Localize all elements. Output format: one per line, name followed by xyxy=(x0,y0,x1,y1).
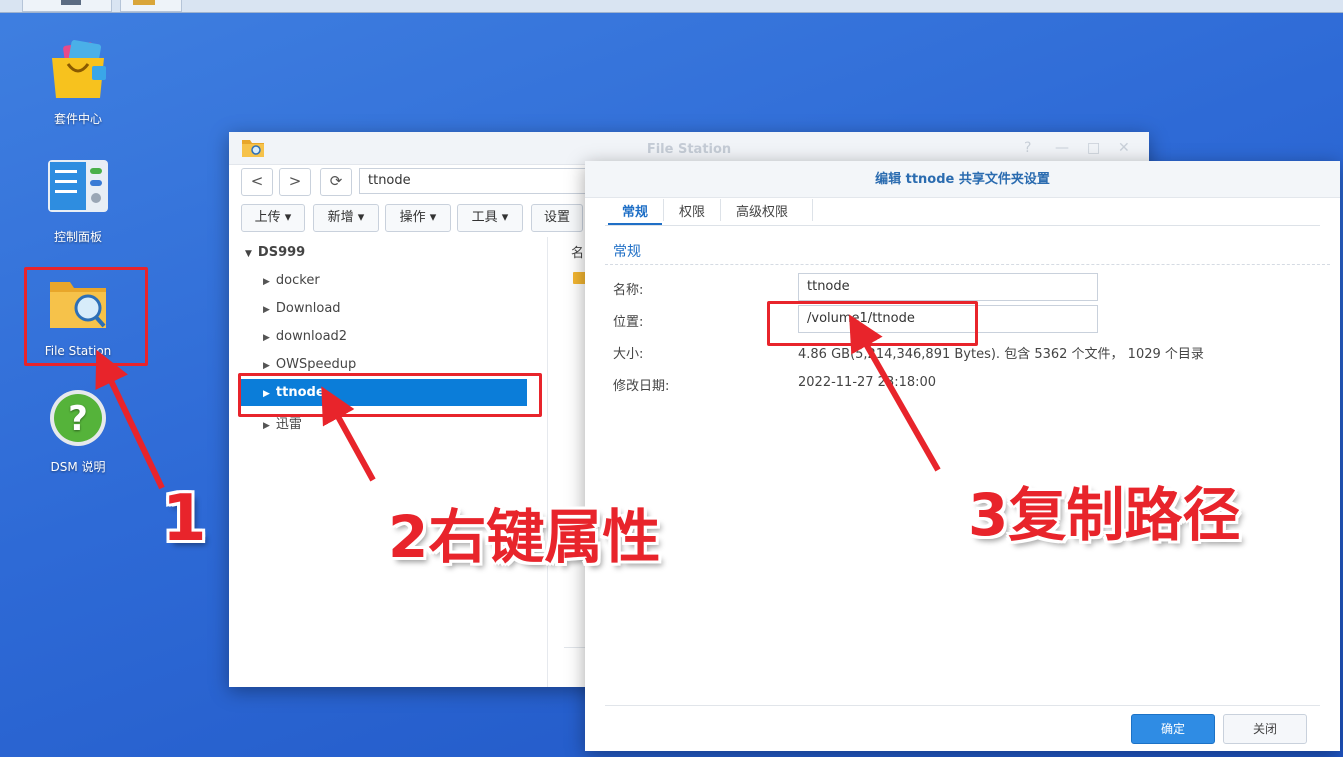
modified-date-value: 2022-11-27 23:18:00 xyxy=(798,375,937,390)
refresh-button[interactable]: ⟳ xyxy=(320,168,352,196)
location-label: 位置: xyxy=(613,315,644,330)
control-panel-icon xyxy=(46,158,110,222)
action-button[interactable]: 操作 ▾ xyxy=(385,204,451,232)
highlight-ttnode xyxy=(238,373,542,417)
annotation-step3: 3复制路径 xyxy=(968,481,1241,549)
highlight-location xyxy=(767,301,978,346)
maximize-icon[interactable]: □ xyxy=(1087,140,1100,156)
ok-button[interactable]: 确定 xyxy=(1131,714,1215,744)
tree-root[interactable]: ▼ DS999 xyxy=(245,245,305,260)
tree-item-label: download2 xyxy=(275,329,348,344)
tab-advanced-permissions[interactable]: 高级权限 xyxy=(736,201,788,220)
tab-permissions[interactable]: 权限 xyxy=(679,201,705,220)
tab-general[interactable]: 常规 xyxy=(622,201,648,220)
svg-text:?: ? xyxy=(68,399,88,439)
tree-item-owspeedup[interactable]: ▶ OWSpeedup xyxy=(263,357,356,372)
close-button[interactable]: 关闭 xyxy=(1223,714,1307,744)
tree-item-download2[interactable]: ▶ download2 xyxy=(263,329,347,344)
desktop-icon-label: DSM 说明 xyxy=(50,460,106,474)
tools-button[interactable]: 工具 ▾ xyxy=(457,204,523,232)
tree-item-label: OWSpeedup xyxy=(275,357,357,372)
tree-root-label: DS999 xyxy=(257,245,306,260)
modified-date-label: 修改日期: xyxy=(613,379,670,394)
chevron-right-icon: ▶ xyxy=(263,277,270,287)
help-icon: ? xyxy=(46,388,110,452)
desktop-icon-label: 套件中心 xyxy=(53,112,102,126)
desktop-icon-control-panel[interactable]: 控制面板 xyxy=(28,158,128,245)
create-button[interactable]: 新增 ▾ xyxy=(313,204,379,232)
main-menu-button[interactable] xyxy=(22,0,112,12)
tree-item-docker[interactable]: ▶ docker xyxy=(263,273,320,288)
window-title: File Station xyxy=(646,142,732,157)
desktop-icon-package-center[interactable]: 套件中心 xyxy=(28,40,128,127)
minimize-icon[interactable]: — xyxy=(1055,140,1069,156)
tree-item-label: docker xyxy=(275,273,320,288)
section-divider xyxy=(605,264,1330,265)
folder-icon xyxy=(133,0,155,5)
forward-button[interactable]: > xyxy=(279,168,311,196)
chevron-right-icon: ▶ xyxy=(263,305,270,315)
upload-button[interactable]: 上传 ▾ xyxy=(241,204,305,232)
chevron-right-icon: ▶ xyxy=(263,421,270,431)
column-header-name[interactable]: 名 xyxy=(571,242,584,261)
tree-item-label: Download xyxy=(275,301,341,316)
taskbar-file-station-button[interactable] xyxy=(120,0,182,12)
help-icon[interactable]: ? xyxy=(1024,140,1031,156)
tabs-divider xyxy=(605,225,1320,226)
tree-item-label: 迅雷 xyxy=(275,417,302,432)
grid-icon xyxy=(61,0,81,5)
dialog-title[interactable]: 编辑 ttnode 共享文件夹设置 xyxy=(585,161,1340,198)
tree-item-download[interactable]: ▶ Download xyxy=(263,301,341,316)
pane-divider[interactable] xyxy=(547,237,548,687)
close-icon[interactable]: ✕ xyxy=(1118,140,1130,156)
annotation-step1: 1 xyxy=(162,482,207,556)
chevron-right-icon: ▶ xyxy=(263,361,270,371)
tab-separator xyxy=(720,199,721,221)
name-label: 名称: xyxy=(613,283,644,298)
chevron-down-icon: ▼ xyxy=(245,249,252,259)
annotation-step2: 2右键属性 xyxy=(388,503,661,571)
highlight-file-station xyxy=(24,267,148,366)
section-title: 常规 xyxy=(613,244,641,260)
share-folder-settings-dialog: 编辑 ttnode 共享文件夹设置 常规 权限 高级权限 常规 名称: ttno… xyxy=(585,161,1340,751)
name-field[interactable]: ttnode xyxy=(798,273,1098,301)
footer-divider xyxy=(605,705,1320,706)
desktop-icon-label: 控制面板 xyxy=(53,230,102,244)
desktop-icon-dsm-help[interactable]: ? DSM 说明 xyxy=(28,388,128,475)
back-button[interactable]: < xyxy=(241,168,273,196)
tab-separator xyxy=(663,199,664,221)
chevron-right-icon: ▶ xyxy=(263,333,270,343)
settings-button[interactable]: 设置 xyxy=(531,204,583,232)
active-tab-indicator xyxy=(608,223,662,225)
size-label: 大小: xyxy=(613,347,644,362)
taskbar xyxy=(0,0,1343,13)
package-center-icon xyxy=(46,40,110,104)
tab-separator xyxy=(812,199,813,221)
